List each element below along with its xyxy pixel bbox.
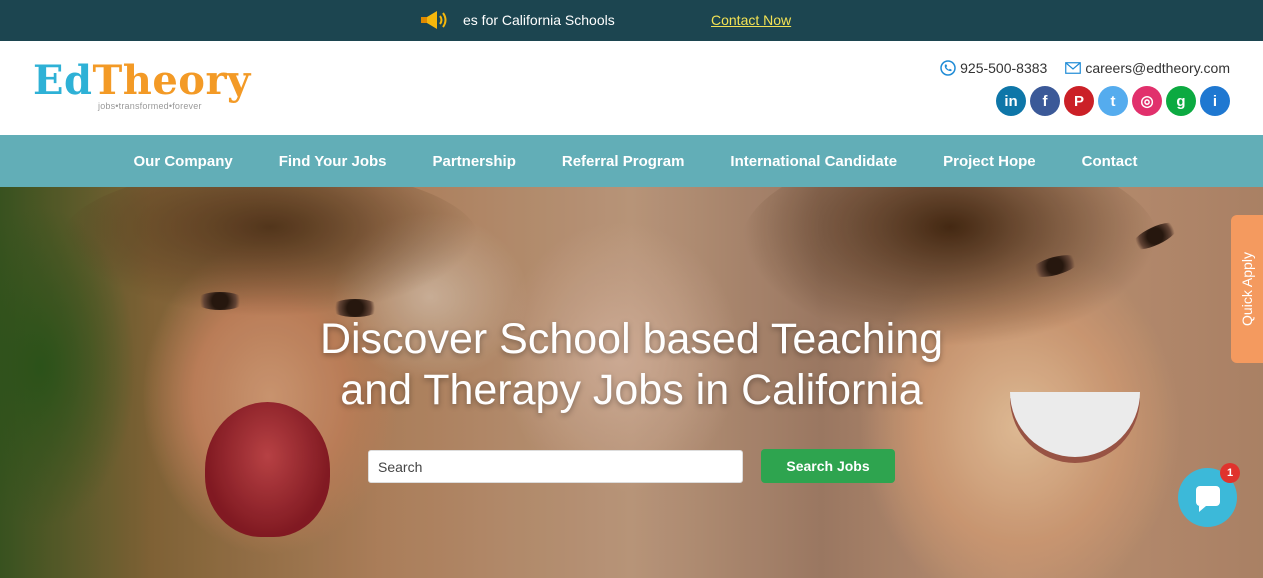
job-search-input[interactable] bbox=[368, 450, 743, 483]
chat-widget-button[interactable]: 1 bbox=[1178, 463, 1240, 527]
announcement-text: es for California Schools bbox=[463, 12, 615, 28]
edtheory-logo[interactable]: EdTheory jobs•transformed•forever bbox=[33, 61, 250, 117]
announcement-bar: es for California Schools Contact Now bbox=[0, 0, 1263, 41]
chat-icon bbox=[1196, 486, 1220, 512]
megaphone-icon bbox=[421, 11, 447, 29]
logo-tagline: jobs•transformed•forever bbox=[98, 101, 202, 111]
linkedin-icon[interactable]: in bbox=[996, 86, 1026, 116]
nav-item-partnership[interactable]: Partnership bbox=[410, 153, 539, 170]
phone-number: 925-500-8383 bbox=[960, 60, 1048, 76]
phone-icon bbox=[940, 60, 956, 76]
logo-ed: Ed bbox=[33, 57, 93, 104]
phone-link[interactable]: 925-500-8383 bbox=[940, 60, 1047, 76]
hero-headline-line1: Discover School based Teaching bbox=[319, 315, 944, 363]
hero-headline-line2: and Therapy Jobs in California bbox=[340, 366, 923, 414]
pinterest-icon[interactable]: P bbox=[1064, 86, 1094, 116]
email-link[interactable]: careers@edtheory.com bbox=[1065, 60, 1230, 76]
search-jobs-button[interactable]: Search Jobs bbox=[761, 449, 895, 483]
nav-item-international-candidate[interactable]: International Candidate bbox=[707, 153, 920, 170]
social-links: in f P t ◎ g i bbox=[996, 86, 1230, 116]
site-header: EdTheory jobs•transformed•forever 925-50… bbox=[0, 41, 1263, 135]
chat-notification-badge: 1 bbox=[1220, 463, 1240, 483]
email-address: careers@edtheory.com bbox=[1085, 60, 1230, 76]
contact-info: 925-500-8383 careers@edtheory.com bbox=[940, 60, 1230, 76]
nav-item-our-company[interactable]: Our Company bbox=[111, 153, 256, 170]
info-icon[interactable]: i bbox=[1200, 86, 1230, 116]
contact-now-link[interactable]: Contact Now bbox=[711, 12, 791, 28]
quick-apply-tab[interactable]: Quick Apply bbox=[1231, 215, 1263, 363]
hero-headline: Discover School based Teaching and Thera… bbox=[0, 314, 1263, 416]
nav-item-project-hope[interactable]: Project Hope bbox=[920, 153, 1059, 170]
nav-item-referral-program[interactable]: Referral Program bbox=[539, 153, 708, 170]
facebook-icon[interactable]: f bbox=[1030, 86, 1060, 116]
mail-icon bbox=[1065, 62, 1082, 74]
twitter-icon[interactable]: t bbox=[1098, 86, 1128, 116]
quick-apply-label: Quick Apply bbox=[1239, 252, 1255, 326]
instagram-icon[interactable]: ◎ bbox=[1132, 86, 1162, 116]
logo-theory: Theory bbox=[92, 57, 251, 104]
nav-item-find-your-jobs[interactable]: Find Your Jobs bbox=[256, 153, 410, 170]
main-nav: Our Company Find Your Jobs Partnership R… bbox=[0, 135, 1263, 187]
hero-banner: Discover School based Teaching and Thera… bbox=[0, 187, 1263, 578]
nav-item-contact[interactable]: Contact bbox=[1059, 153, 1161, 170]
glassdoor-icon[interactable]: g bbox=[1166, 86, 1196, 116]
